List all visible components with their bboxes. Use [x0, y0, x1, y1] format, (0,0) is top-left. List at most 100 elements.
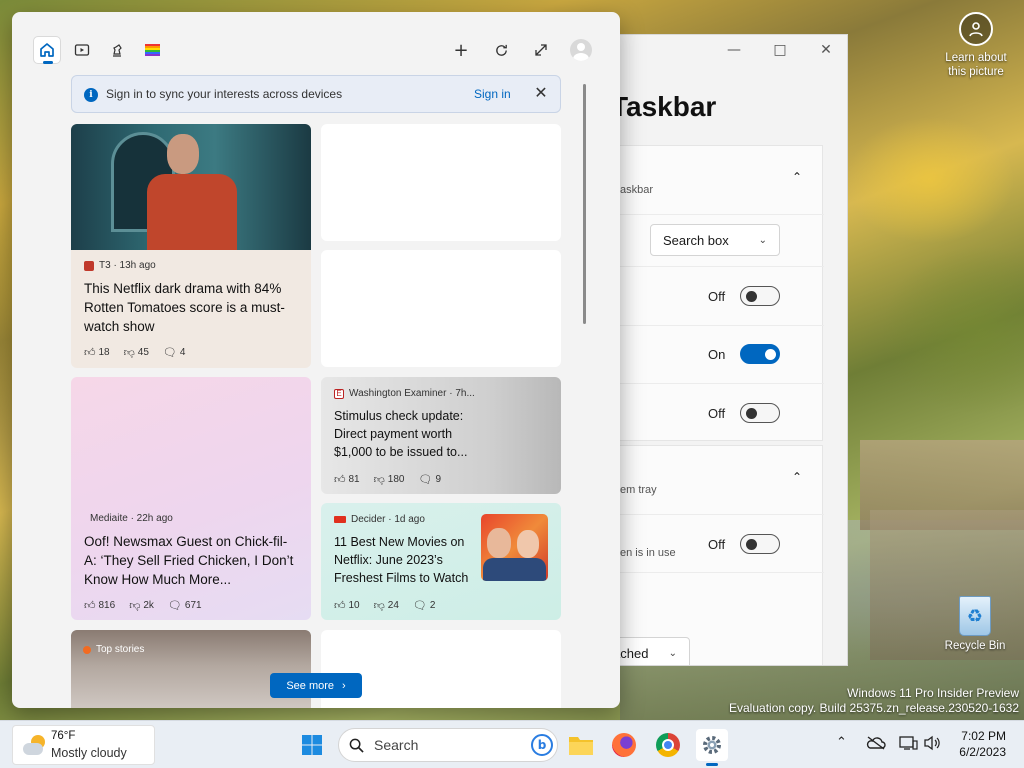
sign-in-banner: i Sign in to sync your interests across …: [71, 75, 561, 113]
toggle-switch-4[interactable]: [740, 534, 780, 554]
weather-temperature: 76°F: [51, 730, 76, 742]
like-button[interactable]: 👍︎ 81: [334, 473, 360, 486]
thumbs-down-icon: 👎︎: [123, 347, 135, 359]
toggle-switch-3[interactable]: [740, 403, 780, 423]
refresh-button[interactable]: [487, 36, 515, 64]
source-washington-examiner: E Washington Examiner · 7h...: [334, 388, 475, 399]
firefox-button[interactable]: [608, 729, 640, 761]
tab-watch[interactable]: [68, 36, 96, 64]
learn-about-picture[interactable]: Learn about this picture: [934, 12, 1018, 92]
clock-time: 7:02 PM: [961, 729, 1006, 743]
onedrive-icon[interactable]: [866, 735, 886, 755]
chrome-button[interactable]: [652, 729, 684, 761]
fire-icon: [83, 645, 91, 654]
taskbar-search[interactable]: Search b: [338, 728, 558, 762]
see-more-button[interactable]: See more ›: [270, 673, 362, 698]
top-stories-text: Top stories: [96, 644, 145, 655]
source-mediaite: Mediaite · 22h ago: [84, 513, 173, 524]
minimize-button[interactable]: —: [711, 35, 757, 65]
learn-about-line1: Learn about: [945, 52, 1007, 64]
dislike-count: 180: [387, 474, 405, 485]
expand-button[interactable]: [527, 36, 555, 64]
section-label-taskbar: askbar: [620, 184, 654, 196]
watermark-line2: Evaluation copy. Build 25375.zn_release.…: [729, 701, 1019, 715]
windows-logo-icon: [302, 735, 322, 755]
comment-button[interactable]: 🗨︎ 2: [413, 599, 436, 612]
pride-flag-icon: [144, 44, 160, 56]
card-headline: Stimulus check update: Direct payment wo…: [334, 409, 468, 459]
card-source: T3 · 13h ago: [99, 260, 156, 271]
tab-pride[interactable]: [138, 36, 166, 64]
file-explorer-button[interactable]: [565, 729, 597, 761]
like-count: 81: [348, 474, 360, 485]
placeholder-card: [321, 250, 561, 367]
news-card-washington-examiner[interactable]: E Washington Examiner · 7h... Stimulus c…: [321, 377, 561, 494]
weather-widget[interactable]: 76°F Mostly cloudy: [12, 725, 155, 765]
collapse-chevron-icon-2[interactable]: ⌃: [792, 470, 802, 484]
like-count: 10: [348, 600, 360, 611]
taskbar: 76°F Mostly cloudy Search b ⌃ 7:02 PM 6/…: [0, 720, 1024, 768]
recycle-bin[interactable]: ♻ Recycle Bin: [940, 596, 1010, 652]
scrollbar[interactable]: [583, 84, 586, 324]
tray-row: en is in use Off: [620, 514, 824, 572]
dislike-count: 24: [387, 600, 399, 611]
thumbs-down-icon: 👎︎: [373, 600, 385, 612]
learn-about-line2: this picture: [948, 66, 1004, 78]
profile-button[interactable]: [567, 36, 595, 64]
comment-icon: 🗨︎: [412, 600, 427, 612]
toggle-switch-2[interactable]: [740, 344, 780, 364]
tab-play[interactable]: [103, 36, 131, 64]
collapse-chevron-icon[interactable]: ⌃: [792, 170, 802, 184]
tab-home[interactable]: [33, 36, 61, 64]
volume-icon[interactable]: [923, 735, 941, 755]
dislike-count: 45: [137, 347, 149, 358]
comment-count: 2: [429, 600, 436, 611]
comment-button[interactable]: 🗨︎ 671: [168, 599, 202, 612]
toggle3-state: Off: [708, 406, 726, 421]
gear-icon: [703, 736, 721, 754]
system-clock[interactable]: 7:02 PM 6/2/2023: [948, 728, 1006, 760]
news-card-decider[interactable]: Decider · 1d ago 11 Best New Movies on N…: [321, 503, 561, 620]
news-card-mediaite[interactable]: Mediaite · 22h ago Oof! Newsmax Guest on…: [71, 377, 311, 620]
home-icon: [40, 43, 54, 57]
settings-taskbar-button[interactable]: [696, 729, 728, 766]
comment-icon: 🗨︎: [418, 474, 433, 486]
like-button[interactable]: 👍︎ 10: [334, 599, 360, 612]
like-button[interactable]: 👍︎ 816: [84, 599, 115, 612]
network-icon[interactable]: [898, 735, 918, 755]
comment-button[interactable]: 🗨︎ 9: [418, 473, 441, 486]
search-dropdown[interactable]: Search box ⌄: [650, 224, 780, 256]
card-source: Washington Examiner · 7h...: [349, 388, 475, 399]
bing-icon[interactable]: b: [531, 734, 553, 756]
close-window-button[interactable]: ✕: [803, 35, 847, 65]
toggle1-state: Off: [708, 289, 726, 304]
widgets-panel: + i Sign in to sync your interests acros…: [12, 12, 620, 708]
search-dropdown-value: Search box: [663, 232, 729, 248]
taskbar-items-card: askbar ⌃ Search box ⌄ Off On Off: [619, 145, 824, 441]
clock-date: 6/2/2023: [959, 745, 1006, 759]
start-button[interactable]: [296, 729, 328, 761]
sign-in-link[interactable]: Sign in: [474, 87, 511, 101]
thumbs-up-icon: 👍︎: [84, 347, 96, 359]
comment-button[interactable]: 🗨︎ 4: [163, 346, 186, 359]
maximize-button[interactable]: □: [757, 35, 803, 65]
dislike-button[interactable]: 👎︎ 180: [374, 473, 405, 486]
toggle-row-1: Off: [620, 266, 824, 325]
close-icon[interactable]: ✕: [531, 83, 551, 102]
search-icon: [349, 738, 364, 753]
news-card-t3[interactable]: T3 · 13h ago This Netflix dark drama wit…: [71, 124, 311, 368]
add-widget-button[interactable]: +: [447, 36, 475, 64]
dislike-button[interactable]: 👎︎ 45: [124, 346, 149, 359]
section-label-tray: em tray: [620, 484, 657, 496]
like-button[interactable]: 👍︎ 18: [84, 346, 110, 359]
thumbs-down-icon: 👎︎: [373, 474, 385, 486]
comment-count: 671: [184, 600, 202, 611]
toggle-switch-1[interactable]: [740, 286, 780, 306]
show-hidden-icons-button[interactable]: ⌃: [836, 735, 847, 750]
card-reactions: 👍︎ 816 👎︎ 2k 🗨︎ 671: [84, 599, 202, 612]
article-image: [71, 124, 311, 250]
play-icon: [74, 44, 90, 56]
dislike-button[interactable]: 👎︎ 24: [374, 599, 399, 612]
dislike-button[interactable]: 👎︎ 2k: [129, 599, 154, 612]
system-tray-card: em tray ⌃ en is in use Off ached ⌄: [600, 445, 824, 665]
